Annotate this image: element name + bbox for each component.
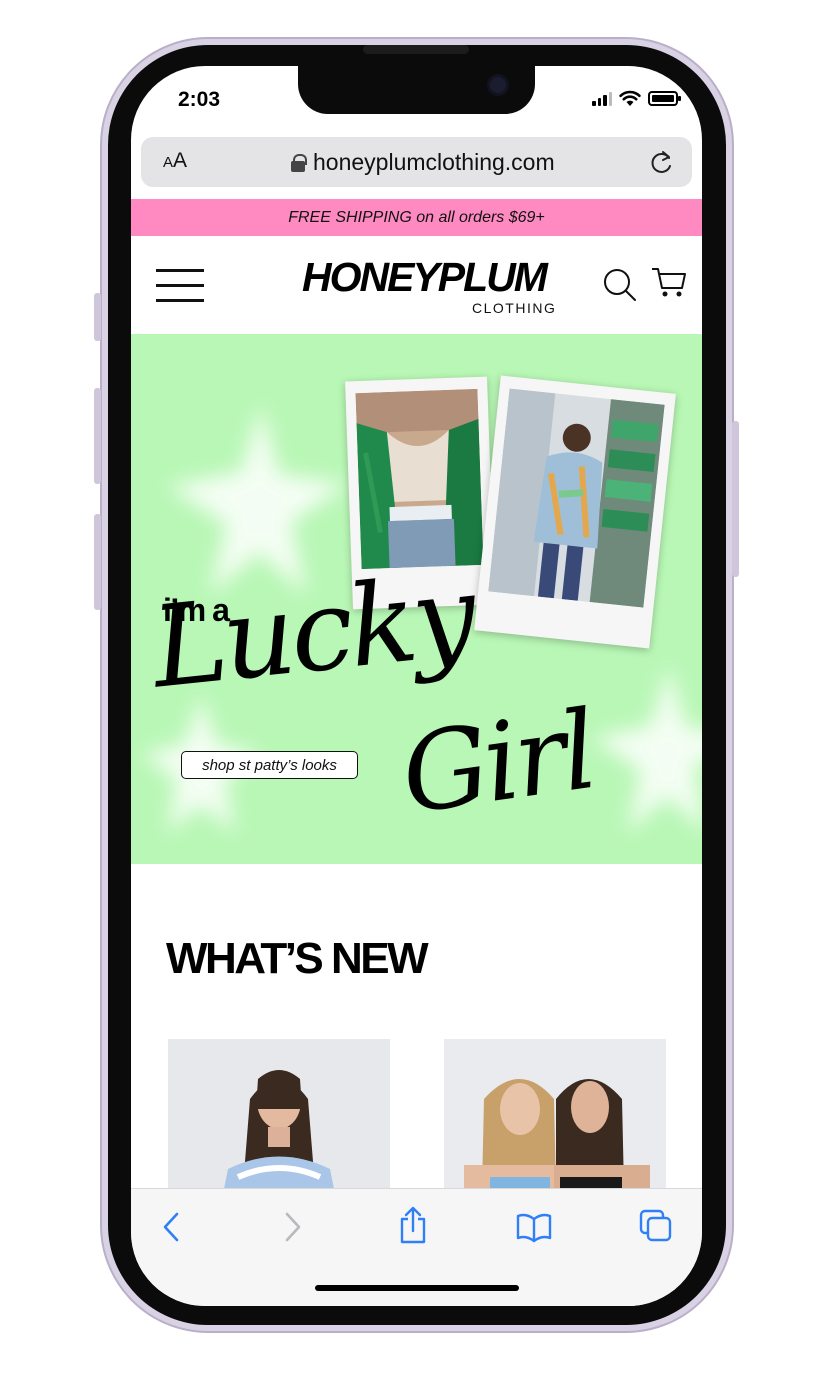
earpiece-speaker (363, 45, 469, 54)
url-display[interactable]: honeyplumclothing.com (291, 149, 555, 176)
silent-switch (94, 293, 101, 341)
forward-icon[interactable] (283, 1211, 303, 1243)
home-indicator (315, 1285, 519, 1291)
text-size-button[interactable]: AA (163, 149, 187, 173)
phone-screen: 2:03 AA honeyplumclothing.com FREE SHIPP… (131, 66, 702, 1306)
url-text: honeyplumclothing.com (313, 149, 555, 175)
free-shipping-banner: FREE SHIPPING on all orders $69+ (131, 199, 702, 236)
hero-line-3: Girl (394, 688, 601, 839)
lock-icon (291, 153, 307, 172)
hero-banner[interactable]: i’m a Lucky Girl shop st patty’s looks (131, 334, 702, 864)
volume-down-button (94, 514, 101, 610)
menu-icon[interactable] (156, 269, 204, 302)
volume-up-button (94, 388, 101, 484)
share-icon[interactable] (399, 1206, 427, 1244)
shop-button-label: shop st patty’s looks (202, 756, 337, 774)
cart-icon[interactable] (651, 266, 687, 300)
cellular-signal-icon (592, 91, 612, 106)
product-image (444, 1039, 666, 1199)
brand-logo-subtitle: CLOTHING (472, 300, 557, 316)
promo-text: FREE SHIPPING on all orders $69+ (288, 208, 545, 226)
tabs-icon[interactable] (639, 1209, 673, 1243)
product-card[interactable] (444, 1039, 666, 1199)
front-camera (487, 74, 509, 96)
shop-st-pattys-button[interactable]: shop st patty’s looks (181, 751, 358, 779)
status-time: 2:03 (178, 88, 221, 111)
product-image (168, 1039, 390, 1199)
notch (298, 66, 535, 114)
site-header: HONEYPLUM CLOTHING (131, 236, 702, 334)
back-icon[interactable] (161, 1211, 181, 1243)
search-icon[interactable] (603, 268, 637, 302)
whats-new-heading: WHAT’S NEW (166, 934, 429, 983)
wifi-icon (619, 90, 641, 106)
power-button (732, 421, 739, 577)
brand-logo[interactable]: HONEYPLUM (302, 254, 548, 301)
product-card[interactable] (168, 1039, 390, 1199)
reload-icon[interactable] (650, 149, 674, 175)
address-bar[interactable]: AA honeyplumclothing.com (141, 137, 692, 187)
battery-icon (648, 91, 681, 106)
bookmarks-icon[interactable] (516, 1213, 552, 1243)
hero-photo-2 (474, 375, 676, 649)
status-icons (592, 90, 681, 107)
